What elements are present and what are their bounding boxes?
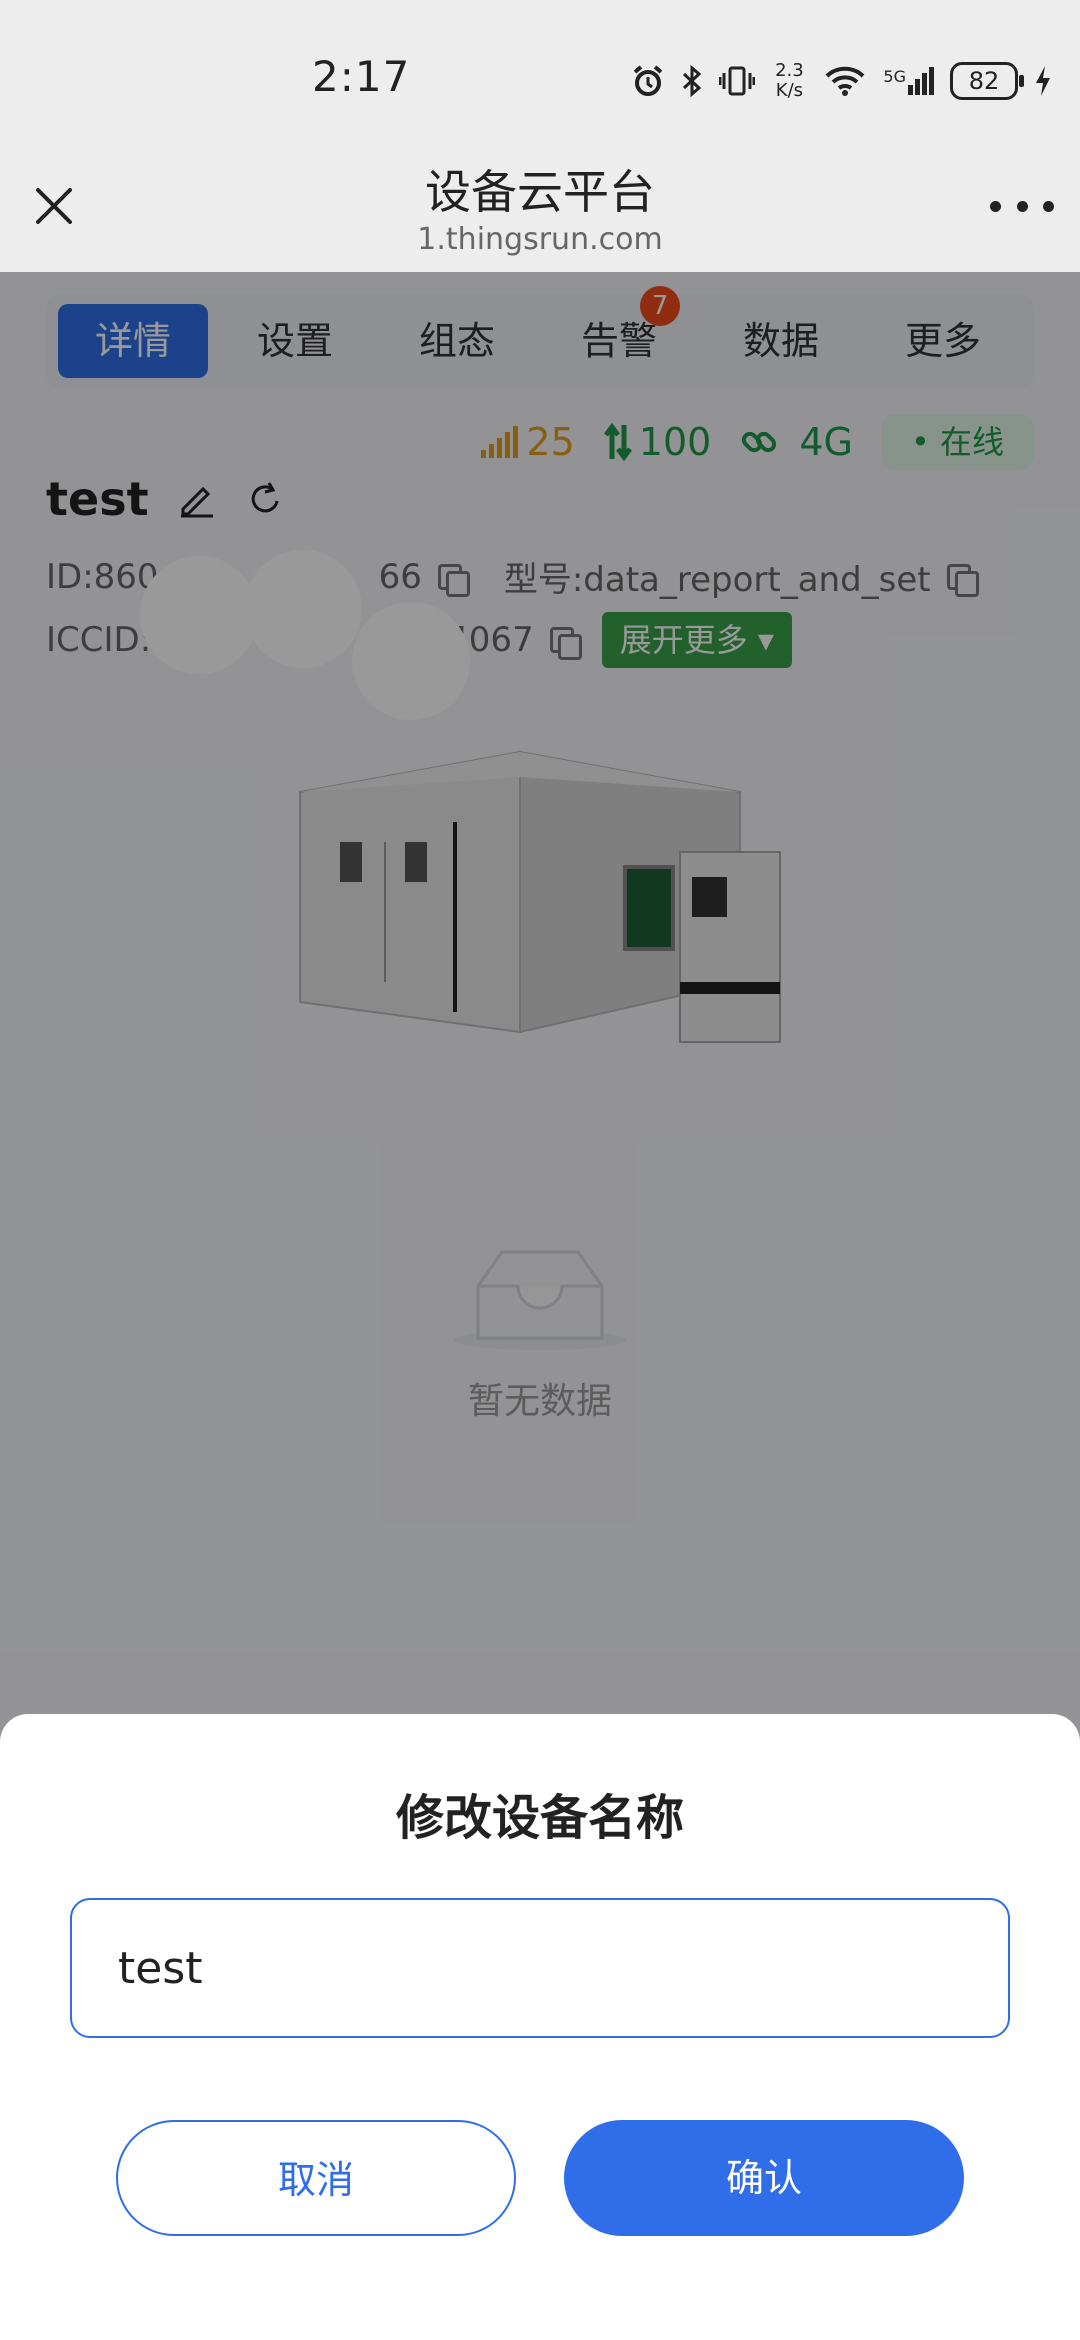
net-speed-value: 2.3	[775, 60, 804, 81]
page-title: 设备云平台	[425, 165, 655, 219]
cell-signal-icon: 5G	[883, 67, 934, 95]
dialog-title: 修改设备名称	[395, 1790, 684, 1846]
network-type: 5G	[883, 67, 906, 86]
net-speed-unit: K/s	[775, 80, 804, 101]
device-name-input[interactable]	[70, 1898, 1010, 2038]
battery-level: 82	[968, 67, 1000, 95]
vibrate-icon	[719, 66, 756, 96]
charging-icon	[1036, 66, 1050, 96]
alarm-icon	[634, 65, 663, 96]
bluetooth-icon	[683, 64, 702, 98]
status-bar: 2:17 2.3 K/s 5G 82	[0, 0, 1080, 140]
status-icons: 2.3 K/s 5G 82	[631, 56, 1052, 106]
rename-device-dialog: 修改设备名称 取消 确认	[0, 1714, 1080, 2340]
more-options-button[interactable]	[990, 178, 1054, 234]
confirm-button[interactable]: 确认	[564, 2120, 964, 2236]
clock: 2:17	[312, 52, 411, 101]
title-bar: 设备云平台 1.thingsrun.com	[0, 140, 1080, 272]
page-url: 1.thingsrun.com	[417, 222, 663, 257]
net-speed: 2.3 K/s	[771, 61, 807, 101]
wifi-icon	[826, 66, 865, 96]
battery-icon: 82	[950, 62, 1024, 100]
cancel-button[interactable]: 取消	[116, 2120, 516, 2236]
